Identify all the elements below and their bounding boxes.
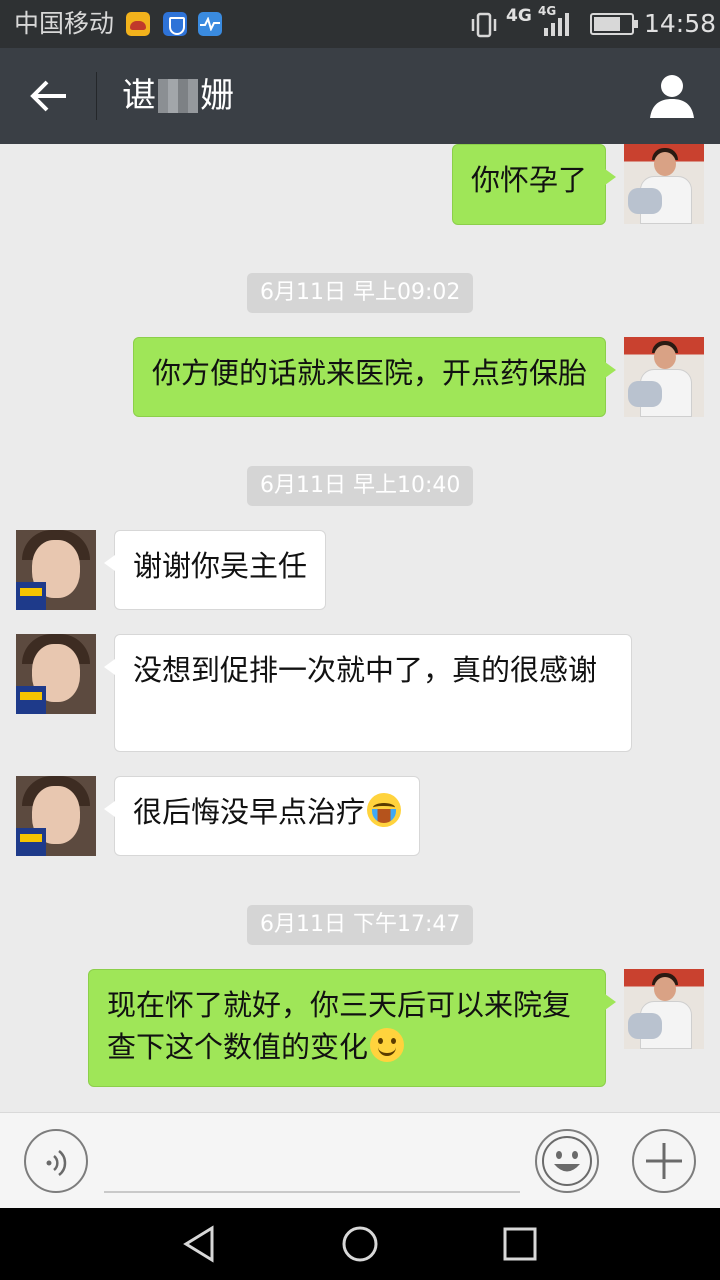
plus-icon bbox=[646, 1143, 682, 1179]
nav-back-button[interactable] bbox=[176, 1222, 224, 1266]
carrier-label: 中国移动 bbox=[14, 9, 115, 38]
contact-profile-button[interactable] bbox=[646, 70, 698, 122]
vibrate-icon bbox=[471, 12, 497, 38]
message-text: 你方便的话就来医院，开点药保胎 bbox=[151, 356, 587, 390]
avatar-patient[interactable] bbox=[16, 634, 96, 714]
arrow-left-icon bbox=[30, 80, 66, 112]
message-incoming[interactable]: 很后悔没早点治疗 bbox=[103, 776, 421, 856]
shield-notification-icon bbox=[163, 12, 187, 36]
health-notification-icon bbox=[198, 12, 222, 36]
timestamp-label: 6月11日 早上10:40 bbox=[247, 466, 474, 506]
message-outgoing[interactable]: 你怀孕了 bbox=[451, 144, 617, 225]
message-input-bar bbox=[0, 1112, 720, 1208]
message-outgoing[interactable]: 你方便的话就来医院，开点药保胎 bbox=[132, 337, 617, 417]
battery-icon bbox=[590, 13, 638, 35]
message-text: 现在怀了就好，你三天后可以来院复查下这个数值的变化 bbox=[107, 988, 572, 1064]
message-outgoing[interactable]: 现在怀了就好，你三天后可以来院复查下这个数值的变化 bbox=[88, 969, 616, 1087]
emoji-button[interactable] bbox=[535, 1129, 599, 1193]
more-actions-button[interactable] bbox=[632, 1129, 696, 1193]
message-text: 很后悔没早点治疗 bbox=[133, 795, 366, 829]
nav-recent-button[interactable] bbox=[496, 1222, 544, 1266]
header-divider bbox=[96, 72, 97, 120]
avatar-patient[interactable] bbox=[16, 530, 96, 610]
status-bar: 中国移动 4G 4G 14:58 bbox=[0, 0, 720, 48]
network-type-label: 4G bbox=[506, 6, 532, 26]
signal-icon bbox=[544, 13, 569, 36]
chat-title-suffix: 姗 bbox=[200, 76, 234, 116]
clock: 14:58 bbox=[644, 9, 717, 38]
nav-home-button[interactable] bbox=[336, 1222, 384, 1266]
message-text-field[interactable] bbox=[104, 1131, 520, 1193]
back-button[interactable] bbox=[20, 68, 78, 124]
message-incoming[interactable]: 没想到促排一次就中了，真的很感谢 bbox=[104, 634, 632, 752]
emoji-icon bbox=[542, 1136, 592, 1186]
crying-emoji-icon bbox=[367, 793, 402, 827]
redacted-name-block bbox=[158, 79, 198, 113]
avatar-doctor[interactable] bbox=[624, 969, 704, 1049]
timestamp-label: 6月11日 下午17:47 bbox=[247, 905, 474, 945]
person-icon bbox=[650, 75, 694, 118]
message-text: 没想到促排一次就中了，真的很感谢 bbox=[133, 653, 598, 687]
smile-emoji-icon bbox=[370, 1028, 405, 1062]
voice-input-button[interactable] bbox=[24, 1129, 88, 1193]
avatar-patient[interactable] bbox=[16, 776, 96, 856]
message-incoming[interactable]: 谢谢你吴主任 bbox=[103, 530, 327, 610]
chat-title-prefix: 谌 bbox=[122, 76, 156, 116]
avatar-doctor[interactable] bbox=[624, 144, 704, 224]
message-text: 谢谢你吴主任 bbox=[133, 549, 308, 583]
chat-title: 谌 姗 bbox=[122, 76, 234, 116]
voice-icon bbox=[46, 1150, 67, 1176]
chat-header: 谌 姗 bbox=[0, 48, 720, 144]
nav-home-icon bbox=[342, 1226, 378, 1262]
system-navigation-bar bbox=[0, 1208, 720, 1280]
nav-recent-icon bbox=[503, 1227, 537, 1261]
message-text: 你怀孕了 bbox=[470, 163, 587, 197]
nav-back-icon bbox=[183, 1225, 214, 1263]
app-notification-icon bbox=[126, 12, 150, 36]
message-list[interactable]: 你怀孕了 6月11日 早上09:02 你方便的话就来医院，开点药保胎 6月11日… bbox=[0, 144, 720, 1112]
avatar-doctor[interactable] bbox=[624, 337, 704, 417]
timestamp-label: 6月11日 早上09:02 bbox=[247, 273, 474, 313]
